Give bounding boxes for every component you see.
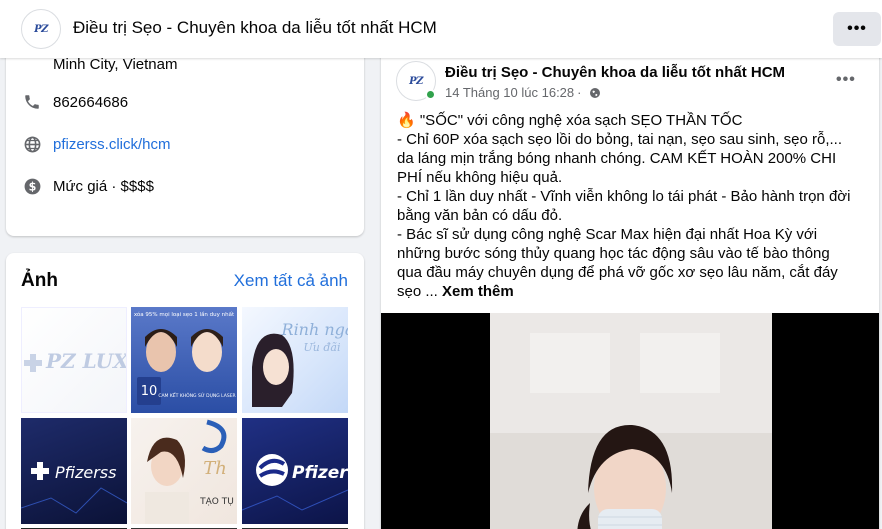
post-line-6: bằng văn bản có dấu đỏ.: [397, 207, 563, 224]
globe-icon: [22, 134, 42, 154]
dollar-icon: $: [22, 176, 42, 196]
address-text: Minh City, Vietnam: [53, 55, 178, 73]
public-globe-icon: [589, 87, 601, 99]
pz-luxury-text: PZ LUXURY: [45, 349, 127, 373]
website-link[interactable]: pfizerss.click/hcm: [53, 136, 171, 153]
woman-promo-text: Th: [203, 458, 227, 479]
post-line-5: - Chỉ 1 lần duy nhất - Vĩnh viễn không l…: [397, 188, 851, 205]
post-body: 🔥 "SỐC" với công nghệ xóa sạch SẸO THẦN …: [397, 111, 867, 301]
post-media[interactable]: [381, 313, 879, 529]
promo-sub: Ưu đãi: [304, 341, 341, 354]
photo-thumb-pfizer[interactable]: Pfizer: [242, 418, 348, 524]
post-photo[interactable]: [490, 313, 772, 529]
photo-thumb-pz-luxury[interactable]: PZ LUXURY: [21, 307, 127, 413]
price-text: Mức giá · $$$$: [53, 177, 154, 195]
page-header: PZ Điều trị Sẹo - Chuyên khoa da liễu tố…: [0, 0, 882, 58]
photo-thumb-pfizerss[interactable]: Pfizerss: [21, 418, 127, 524]
post-line-2: - Chỉ 60P xóa sạch sẹo lồi do bỏng, tai …: [397, 131, 842, 148]
svg-text:10: 10: [141, 384, 158, 399]
photos-card: Ảnh Xem tất cả ảnh PZ LUXURY xóa 95% mọi…: [6, 253, 364, 529]
fire-icon: 🔥: [397, 112, 416, 129]
post-line-7: - Bác sĩ sử dụng công nghệ Scar Max hiện…: [397, 226, 818, 243]
post-line-10: sẹo ... Xem thêm: [397, 283, 514, 300]
post-more-options-button[interactable]: •••: [836, 71, 856, 89]
intro-card: Minh City, Vietnam 862664686 pfizerss.cl…: [6, 30, 364, 236]
see-more-link[interactable]: Xem thêm: [442, 283, 514, 300]
post-line-1: 🔥 "SỐC" với công nghệ xóa sạch SẸO THẦN …: [397, 112, 743, 129]
price-row: $ Mức giá · $$$$: [22, 176, 154, 196]
post-timestamp[interactable]: 14 Tháng 10 lúc 16:28: [445, 85, 574, 100]
pfizerss-text: Pfizerss: [55, 463, 116, 482]
woman-promo-sub: TẠO TỤ: [199, 497, 234, 507]
promo-text: Rinh ngà: [281, 320, 348, 339]
phone-icon: [22, 92, 42, 112]
phone-row: 862664686: [22, 92, 128, 112]
pz-logo-text: PZ: [34, 23, 48, 35]
online-status-dot: [425, 89, 436, 100]
photo-thumb-woman-promo[interactable]: Th TẠO TỤ: [131, 418, 237, 524]
post-card: PZ Điều trị Sẹo - Chuyên khoa da liễu tố…: [381, 44, 879, 529]
post-line-4: PHÍ nếu không hiệu quả.: [397, 169, 563, 186]
pz-logo-text: PZ: [409, 75, 423, 87]
post-line-3: da láng mịn trắng bóng nhanh chóng. CAM …: [397, 150, 837, 167]
post-line-9: qua đầu máy chuyên dụng để phá vỡ gốc xơ…: [397, 264, 838, 281]
more-options-button[interactable]: •••: [833, 12, 881, 46]
phone-text: 862664686: [53, 93, 129, 111]
see-all-photos-link[interactable]: Xem tất cả ảnh: [234, 271, 348, 291]
post-line-8: những bước sóng thủy quang học tác động …: [397, 245, 830, 262]
photos-heading: Ảnh: [21, 270, 58, 291]
before-after-headline: xóa 95% mọi loại sẹo 1 lần duy nhất: [134, 310, 235, 318]
svg-text:$: $: [28, 180, 36, 193]
before-after-caption: CAM KẾT KHÔNG SỬ DỤNG LASER: [158, 391, 235, 399]
page-title: Điều trị Sẹo - Chuyên khoa da liễu tốt n…: [73, 18, 437, 37]
more-dots-icon: •••: [847, 20, 867, 37]
post-meta: 14 Tháng 10 lúc 16:28 ·: [445, 85, 601, 100]
page-avatar[interactable]: PZ: [21, 9, 61, 49]
photo-thumb-before-after[interactable]: xóa 95% mọi loại sẹo 1 lần duy nhất 10 C…: [131, 307, 237, 413]
post-author-name[interactable]: Điều trị Sẹo - Chuyên khoa da liễu tốt n…: [445, 64, 785, 81]
pfizer-text: Pfizer: [292, 463, 348, 483]
website-row: pfizerss.click/hcm: [22, 134, 171, 154]
photo-thumb-promo[interactable]: Rinh ngà Ưu đãi: [242, 307, 348, 413]
